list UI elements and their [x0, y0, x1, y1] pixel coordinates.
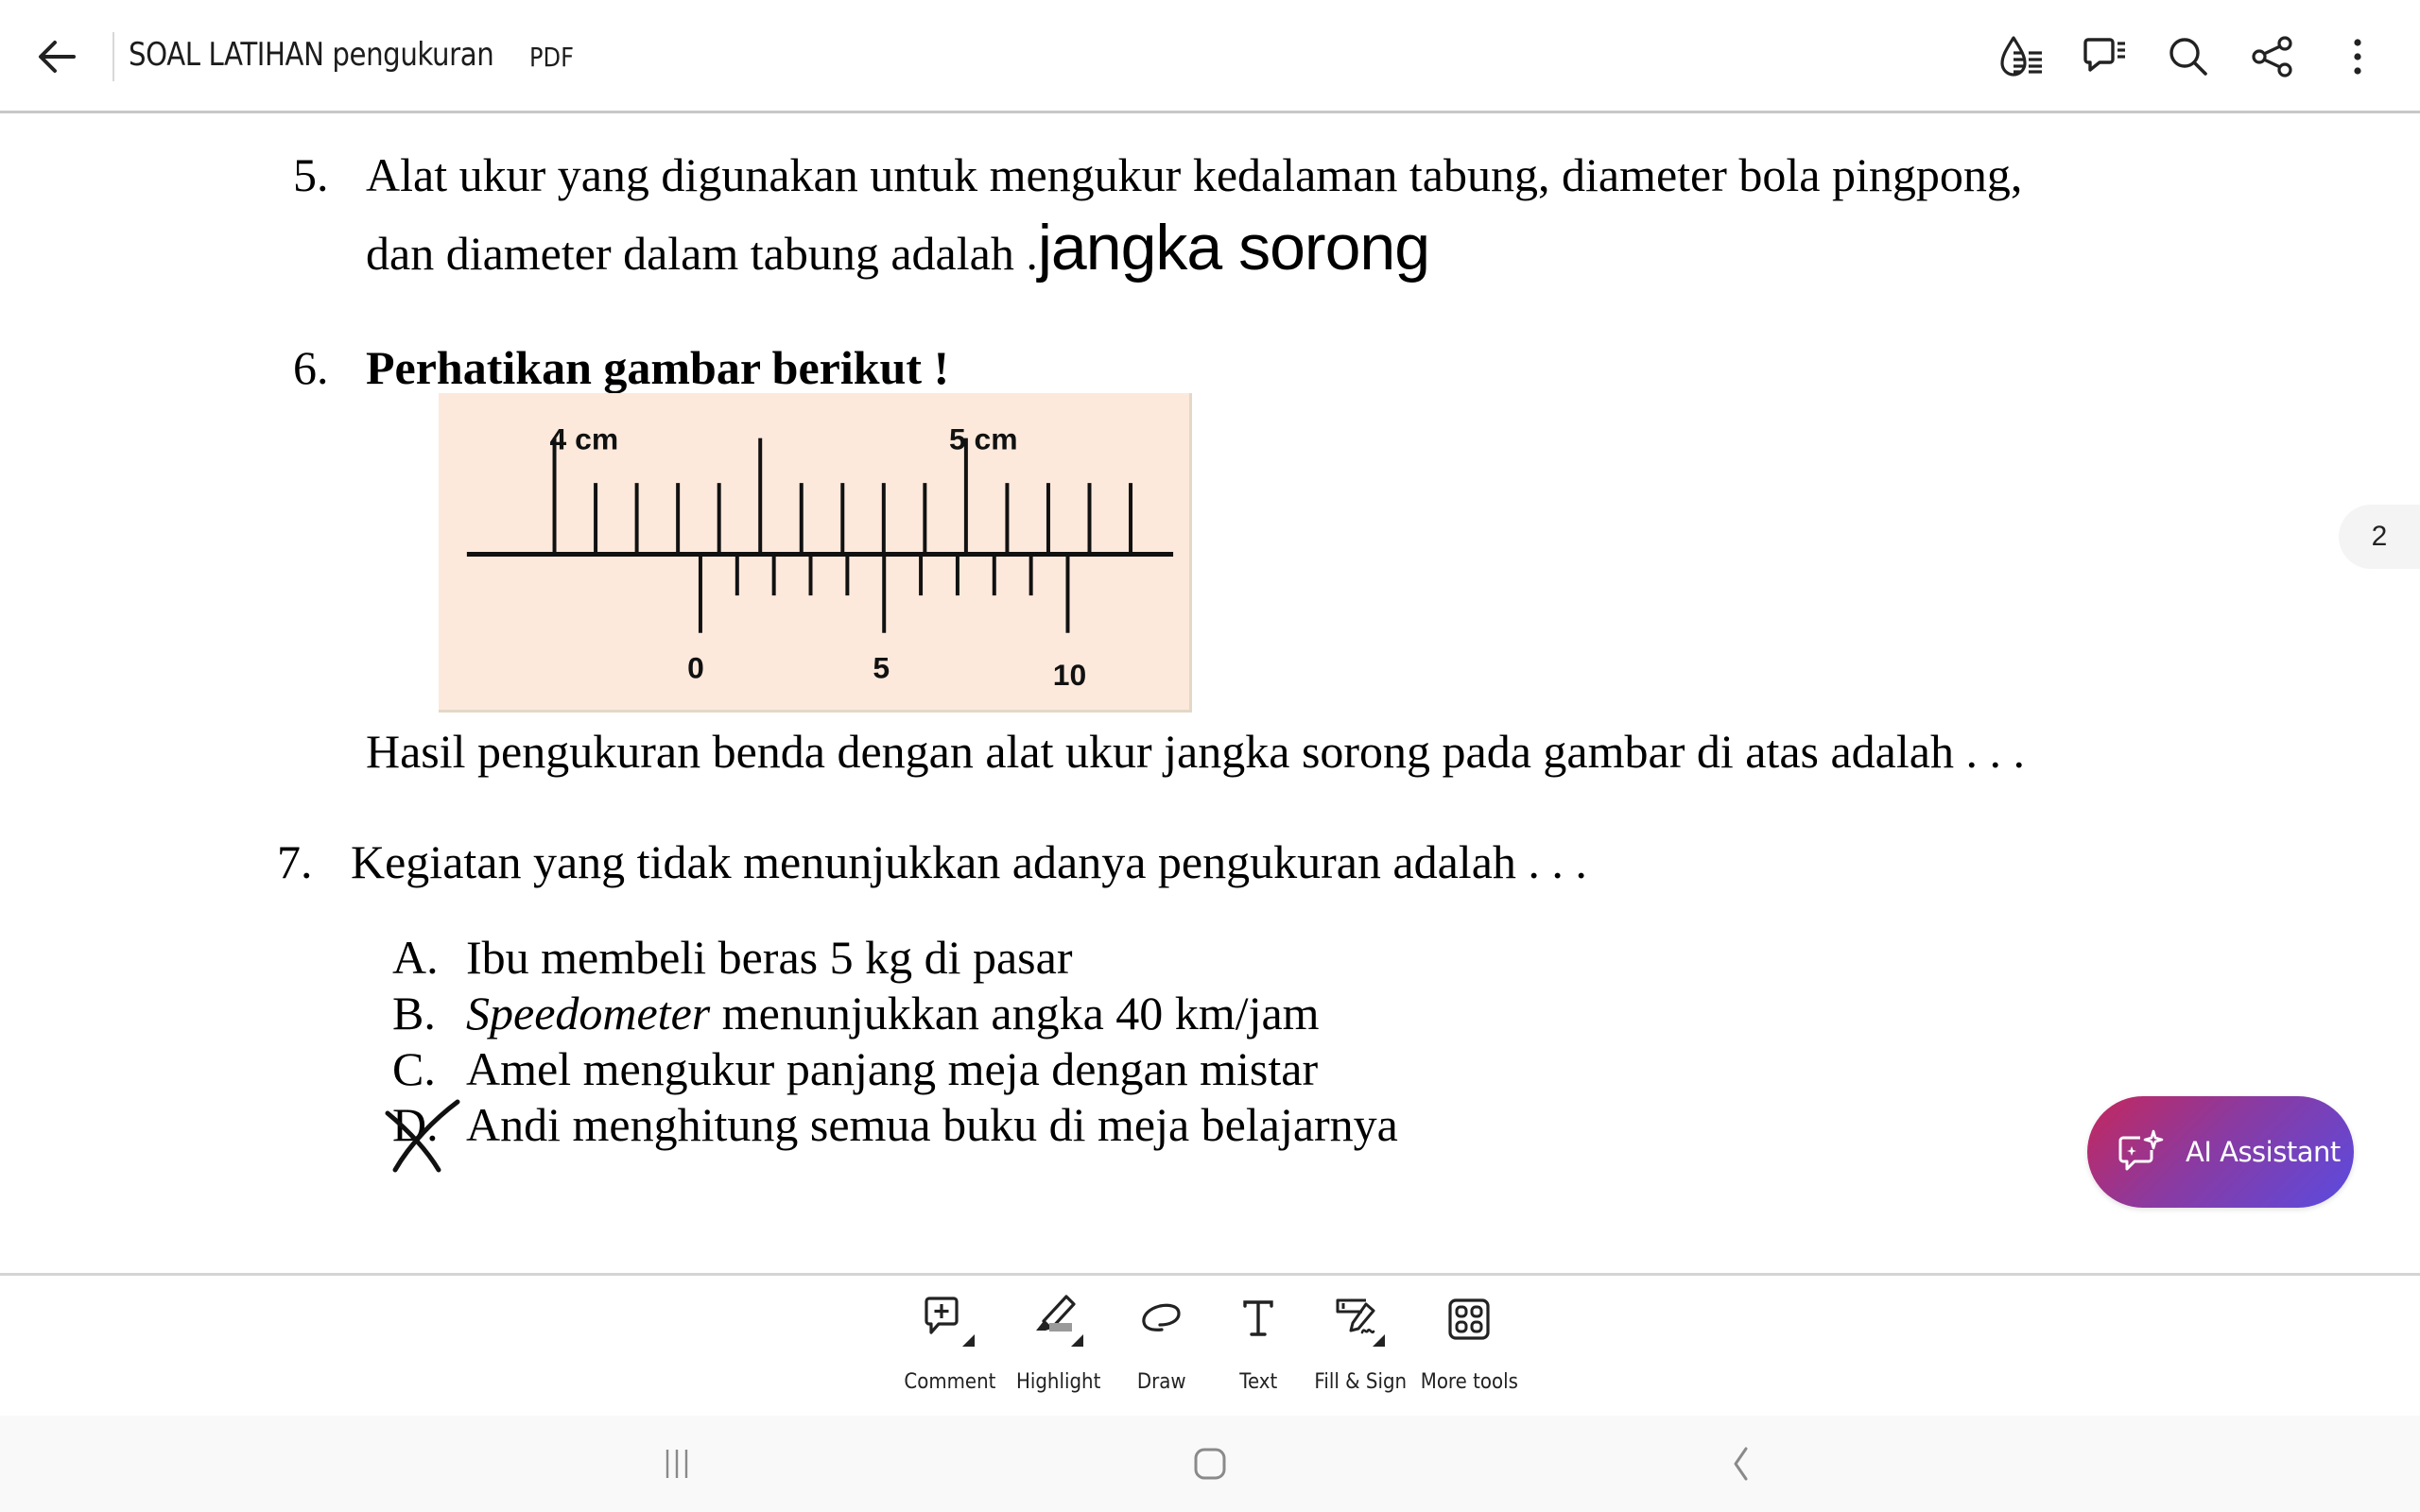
more-vertical-icon: [2354, 39, 2361, 75]
header-divider: [112, 32, 114, 81]
main-scale-ticks: [552, 438, 1133, 555]
vernier-scale-ticks: [698, 554, 1070, 633]
question-5-line-2: dan diameter dalam tabung adalah .jangka…: [366, 215, 1430, 280]
share-button[interactable]: [2244, 28, 2301, 85]
cross-mark-annotation: [385, 1099, 460, 1173]
question-5-number: 5.: [293, 148, 329, 201]
tool-draw-label: Draw: [1137, 1370, 1186, 1394]
question-7-text: Kegiatan yang tidak menunjukkan adanya p…: [351, 835, 1587, 888]
more-tools-icon: [1448, 1298, 1490, 1340]
tool-fill-sign-label: Fill & Sign: [1314, 1370, 1407, 1394]
question-5-line-1: Alat ukur yang digunakan untuk mengukur …: [366, 148, 2023, 201]
tool-highlight[interactable]: Highlight: [1002, 1293, 1115, 1406]
tool-text-label: Text: [1238, 1370, 1278, 1394]
droplet-lines-icon: [2000, 36, 2042, 77]
answer-annotation: jangka sorong: [1037, 212, 1430, 284]
option-a-text: Ibu membeli beras 5 kg di pasar: [466, 931, 1073, 984]
ai-sparkle-chat-icon: [2118, 1129, 2164, 1171]
main-scale-label-5cm: 5 cm: [949, 422, 1018, 456]
system-back-button[interactable]: [1713, 1440, 1770, 1487]
option-c-text: Amel mengukur panjang meja dengan mistar: [466, 1042, 1319, 1095]
vernier-label-10: 10: [1053, 658, 1086, 692]
recent-apps-icon: [666, 1450, 688, 1478]
tool-comment[interactable]: Comment: [893, 1293, 1007, 1406]
highlighter-icon: [1036, 1295, 1083, 1347]
tool-more-tools[interactable]: More tools: [1412, 1293, 1526, 1406]
question-5-line-2-text: dan diameter dalam tabung adalah .: [366, 227, 1038, 280]
speech-bubble-lines-icon: [2083, 38, 2125, 72]
vernier-caliper-figure: 4 cm 5 cm 0 5 10: [439, 393, 1192, 713]
app-header: SOAL LATIHAN pengukuran PDF: [0, 0, 2420, 113]
question-6-text: Hasil pengukuran benda dengan alat ukur …: [366, 725, 2025, 778]
recent-apps-button[interactable]: [648, 1440, 705, 1487]
chevron-left-icon: [1734, 1447, 1748, 1481]
vernier-caliper-drawing: 4 cm 5 cm 0 5 10: [466, 422, 1174, 692]
tool-text[interactable]: Text: [1201, 1293, 1315, 1406]
ai-assistant-label: AI Assistant: [2186, 1136, 2341, 1168]
tool-more-tools-label: More tools: [1420, 1370, 1518, 1394]
more-options-button[interactable]: [2329, 28, 2386, 85]
home-button[interactable]: [1182, 1440, 1238, 1487]
tool-fill-sign[interactable]: Fill & Sign: [1304, 1293, 1417, 1406]
search-button[interactable]: [2160, 28, 2217, 85]
home-icon: [1194, 1448, 1226, 1480]
option-b-text: Speedometer menunjukkan angka 40 km/jam: [466, 989, 1320, 1037]
liquid-mode-button[interactable]: [1995, 28, 2051, 85]
comments-list-button[interactable]: [2077, 28, 2134, 85]
tool-highlight-label: Highlight: [1016, 1370, 1101, 1394]
comment-add-icon: [925, 1297, 975, 1347]
document-page[interactable]: 5. Alat ukur yang digunakan untuk menguk…: [0, 115, 2420, 1274]
back-button[interactable]: [28, 28, 85, 85]
bottom-toolbar: Comment Highlight Draw Text Fill & Sign …: [0, 1273, 2420, 1416]
option-d-text: Andi menghitung semua buku di meja belaj…: [466, 1098, 1398, 1151]
question-6-title: Perhatikan gambar berikut !: [366, 341, 950, 394]
question-7-number: 7.: [277, 835, 313, 888]
option-c-letter: C.: [392, 1042, 436, 1095]
document-title: SOAL LATIHAN pengukuran: [129, 36, 494, 74]
option-b-rest: menunjukkan angka 40 km/jam: [710, 987, 1320, 1040]
option-b-italic: Speedometer: [466, 987, 711, 1040]
ai-assistant-button[interactable]: AI Assistant: [2087, 1096, 2354, 1208]
draw-icon: [1142, 1303, 1181, 1332]
option-b-letter: B.: [392, 987, 436, 1040]
question-6-number: 6.: [293, 341, 329, 394]
file-type-label: PDF: [529, 42, 574, 73]
arrow-left-icon: [39, 41, 76, 73]
search-icon: [2169, 38, 2207, 76]
share-icon: [2252, 36, 2292, 77]
system-navigation-bar: [0, 1416, 2420, 1512]
page-number-indicator[interactable]: 2: [2339, 505, 2420, 569]
text-icon: [1243, 1300, 1273, 1336]
vernier-label-5: 5: [873, 650, 890, 684]
main-scale-label-4cm: 4 cm: [550, 422, 619, 456]
fill-sign-icon: [1336, 1298, 1385, 1347]
vernier-label-0: 0: [687, 650, 704, 684]
tool-comment-label: Comment: [904, 1370, 996, 1394]
option-a-letter: A.: [392, 931, 439, 984]
